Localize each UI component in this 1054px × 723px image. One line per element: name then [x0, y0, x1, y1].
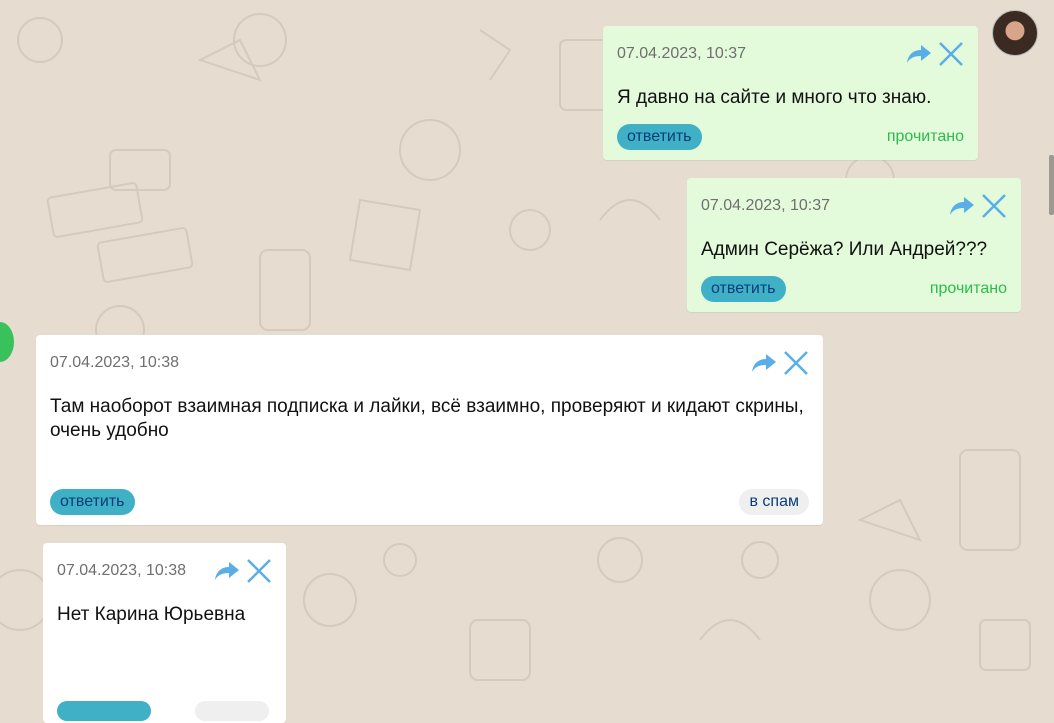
reply-button[interactable]: ответить — [617, 124, 702, 150]
avatar[interactable] — [992, 10, 1038, 56]
message-bubble-incoming: 07.04.2023, 10:38 Там наоборот взаимная … — [36, 335, 823, 525]
message-text: Админ Серёжа? Или Андрей??? — [701, 239, 988, 260]
reply-button[interactable] — [57, 701, 151, 721]
scrollbar[interactable] — [1049, 155, 1054, 215]
read-status: прочитано — [929, 280, 1007, 297]
share-arrow-icon[interactable] — [906, 43, 932, 65]
message-text: Нет Карина Юрьевна — [57, 604, 246, 625]
message-text: Я давно на сайте и много что знаю. — [617, 87, 932, 108]
share-arrow-icon[interactable] — [949, 195, 975, 217]
message-bubble-incoming: 07.04.2023, 10:38 Нет Карина Юрьевна — [43, 543, 286, 723]
share-arrow-icon[interactable] — [751, 352, 777, 374]
reply-button[interactable]: ответить — [701, 276, 786, 302]
close-icon[interactable] — [938, 41, 964, 67]
message-text: Там наоборот взаимная подписка и лайки, … — [50, 396, 804, 441]
message-timestamp: 07.04.2023, 10:38 — [57, 562, 187, 579]
message-bubble-outgoing: 07.04.2023, 10:37 Админ Серёжа? Или Андр… — [687, 178, 1021, 312]
spam-button[interactable]: в спам — [739, 489, 809, 515]
message-timestamp: 07.04.2023, 10:37 — [617, 45, 747, 62]
close-icon[interactable] — [783, 350, 809, 376]
share-arrow-icon[interactable] — [214, 560, 240, 582]
close-icon[interactable] — [246, 558, 272, 584]
message-timestamp: 07.04.2023, 10:37 — [701, 197, 831, 214]
spam-button[interactable] — [195, 701, 269, 721]
reply-button[interactable]: ответить — [50, 489, 135, 515]
close-icon[interactable] — [981, 193, 1007, 219]
message-timestamp: 07.04.2023, 10:38 — [50, 354, 180, 371]
message-bubble-outgoing: 07.04.2023, 10:37 Я давно на сайте и мно… — [603, 26, 978, 160]
read-status: прочитано — [886, 128, 964, 145]
